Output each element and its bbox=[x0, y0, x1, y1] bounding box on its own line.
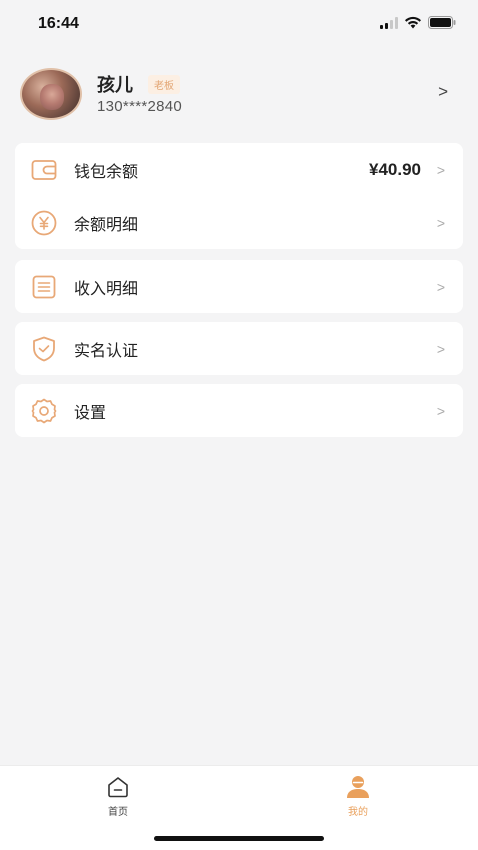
home-indicator bbox=[154, 836, 324, 841]
user-icon bbox=[345, 774, 371, 800]
wallet-icon bbox=[31, 157, 57, 183]
income-details-label: 收入明细 bbox=[74, 278, 139, 298]
wallet-balance-value: ¥40.90 bbox=[369, 159, 421, 179]
chevron-right-icon: > bbox=[436, 402, 445, 419]
wallet-balance-row[interactable]: 钱包余额 ¥40.90 > bbox=[15, 143, 463, 196]
profile-arrow-icon: > bbox=[438, 82, 448, 101]
profile-phone: 130****2840 bbox=[97, 98, 183, 115]
wallet-card: 钱包余额 ¥40.90 > 余额明细 > bbox=[15, 143, 463, 249]
income-card: 收入明细 > bbox=[15, 260, 463, 313]
settings-card: 设置 > bbox=[15, 384, 463, 437]
settings-row[interactable]: 设置 > bbox=[15, 384, 463, 437]
chevron-right-icon: > bbox=[436, 214, 445, 231]
status-time: 16:44 bbox=[38, 15, 79, 32]
wallet-balance-label: 钱包余额 bbox=[74, 161, 139, 181]
shield-check-icon bbox=[31, 336, 57, 362]
tab-home-label: 首页 bbox=[108, 807, 128, 818]
auth-card: 实名认证 > bbox=[15, 322, 463, 375]
battery-icon bbox=[428, 16, 456, 29]
yen-circle-icon bbox=[31, 210, 57, 236]
chevron-right-icon: > bbox=[436, 161, 445, 178]
real-name-auth-label: 实名认证 bbox=[74, 340, 139, 360]
profile-header[interactable]: 孩儿 老板 130****2840 > bbox=[0, 60, 478, 130]
tab-mine[interactable]: 我的 bbox=[318, 774, 398, 822]
chevron-right-icon: > bbox=[436, 340, 445, 357]
role-badge: 老板 bbox=[148, 75, 180, 94]
cellular-signal-icon bbox=[380, 16, 398, 29]
balance-details-label: 余额明细 bbox=[74, 214, 139, 234]
profile-name: 孩儿 bbox=[97, 75, 133, 96]
balance-details-row[interactable]: 余额明细 > bbox=[15, 196, 463, 249]
tab-mine-label: 我的 bbox=[348, 807, 368, 818]
wifi-icon bbox=[405, 16, 421, 29]
settings-label: 设置 bbox=[74, 402, 107, 422]
chevron-right-icon: > bbox=[436, 278, 445, 295]
list-document-icon bbox=[31, 274, 57, 300]
income-details-row[interactable]: 收入明细 > bbox=[15, 260, 463, 313]
home-icon bbox=[105, 774, 131, 800]
status-icons bbox=[380, 16, 456, 29]
tab-home[interactable]: 首页 bbox=[78, 774, 158, 822]
gear-icon bbox=[31, 398, 57, 424]
real-name-auth-row[interactable]: 实名认证 > bbox=[15, 322, 463, 375]
avatar bbox=[20, 68, 82, 120]
status-bar: 16:44 bbox=[0, 0, 478, 48]
